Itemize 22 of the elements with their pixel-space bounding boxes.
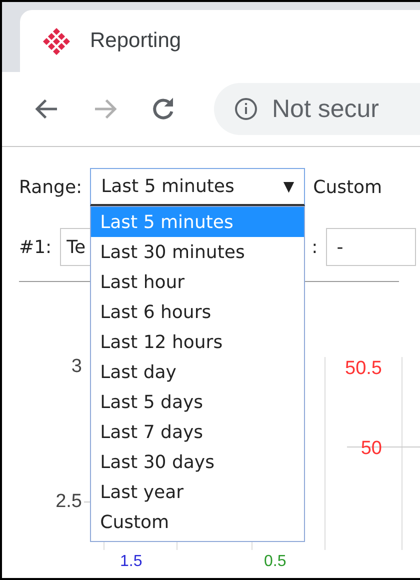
logo-icon bbox=[42, 27, 70, 55]
address-bar[interactable]: Not secur bbox=[214, 83, 420, 135]
range-option[interactable]: Last 6 hours bbox=[91, 297, 304, 327]
axis-label: 0.5 bbox=[264, 553, 286, 570]
range-option[interactable]: Last 5 days bbox=[91, 387, 304, 417]
tab-title: Reporting bbox=[90, 29, 182, 53]
series-label: #1: bbox=[19, 236, 52, 258]
range-option[interactable]: Last 30 days bbox=[91, 447, 304, 477]
range-option[interactable]: Last day bbox=[91, 357, 304, 387]
browser-tab[interactable]: Reporting bbox=[20, 10, 420, 72]
axis-label: 1.5 bbox=[120, 553, 142, 570]
range-option[interactable]: Custom bbox=[91, 507, 304, 537]
series-select[interactable]: - bbox=[326, 228, 416, 266]
range-option[interactable]: Last 12 hours bbox=[91, 327, 304, 357]
custom-label: Custom bbox=[313, 176, 382, 198]
series-label: : bbox=[312, 236, 318, 258]
range-label: Range: bbox=[19, 176, 82, 198]
range-option[interactable]: Last 7 days bbox=[91, 417, 304, 447]
range-option[interactable]: Last hour bbox=[91, 267, 304, 297]
range-select[interactable]: Last 5 minutes ▼ bbox=[90, 168, 306, 206]
info-icon bbox=[234, 97, 258, 121]
range-option[interactable]: Last year bbox=[91, 477, 304, 507]
